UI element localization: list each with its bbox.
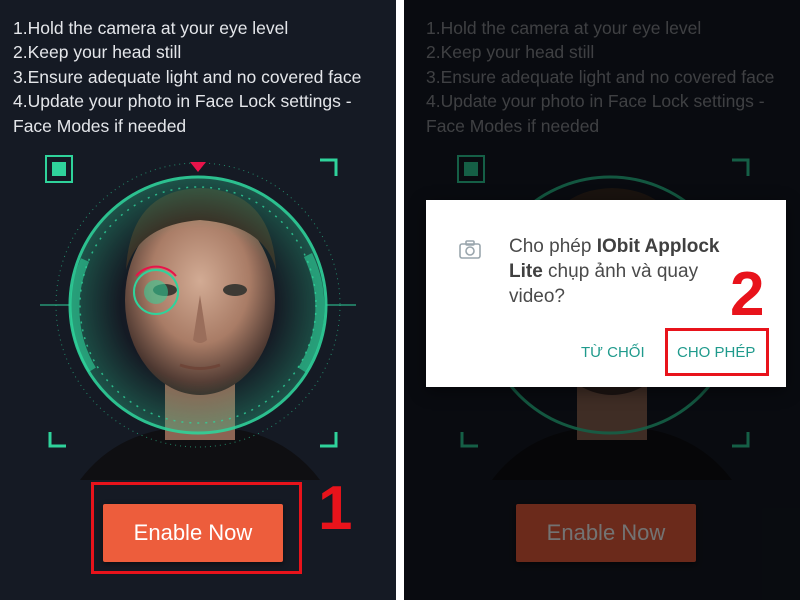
face-scan-overlay (40, 155, 356, 448)
message-prefix: Cho phép (509, 236, 597, 257)
step-2-highlight (665, 328, 769, 376)
step-2-number: 2 (730, 260, 765, 329)
camera-icon (459, 240, 481, 259)
instruction-list: 1.Hold the camera at your eye level 2.Ke… (13, 16, 393, 138)
instruction-line: Face Modes if needed (13, 115, 187, 136)
instruction-line: 3.Ensure adequate light and no covered f… (13, 66, 362, 87)
instruction-line: 4.Update your photo in Face Lock setting… (13, 91, 352, 112)
dialog-message: Cho phép IObit Applock Lite chụp ảnh và … (509, 234, 739, 309)
instruction-line: 2.Keep your head still (13, 42, 182, 63)
step-1-number: 1 (318, 474, 353, 543)
deny-button[interactable]: TỪ CHỐI (581, 344, 645, 361)
step-1-highlight (91, 482, 302, 574)
instruction-line: 1.Hold the camera at your eye level (13, 18, 289, 38)
